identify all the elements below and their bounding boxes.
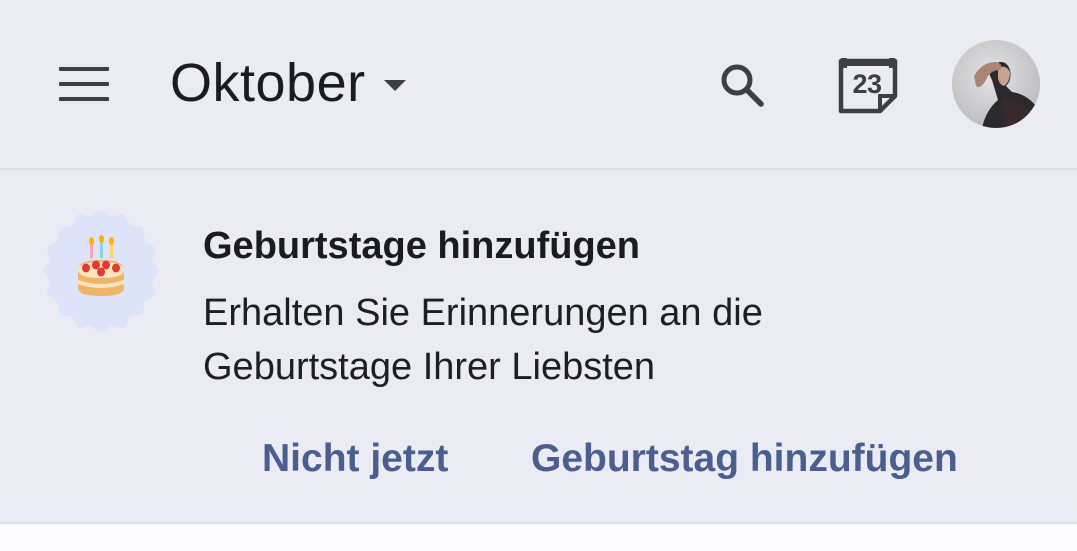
top-app-bar: Oktober 23	[0, 0, 1077, 168]
banner-description: Erhalten Sie Erinnerungen an die Geburts…	[203, 286, 963, 394]
search-button[interactable]	[712, 55, 772, 115]
hamburger-menu-icon	[59, 67, 109, 101]
month-title: Oktober	[170, 53, 366, 113]
month-selector[interactable]: Oktober	[170, 48, 406, 118]
banner-description-line2: Geburtstage Ihrer Liebsten	[203, 346, 656, 388]
search-icon	[721, 64, 764, 107]
add-birthday-button[interactable]: Geburtstag hinzufügen	[531, 432, 958, 486]
today-date-number: 23	[852, 69, 882, 99]
today-button[interactable]: 23	[836, 52, 902, 118]
birthday-cake-icon	[43, 210, 159, 332]
banner-description-line1: Erhalten Sie Erinnerungen an die	[203, 292, 763, 334]
calendar-content-area	[0, 524, 1077, 551]
banner-title: Geburtstage hinzufügen	[203, 225, 640, 267]
not-now-button[interactable]: Nicht jetzt	[262, 432, 448, 486]
dropdown-caret-icon	[383, 80, 406, 91]
avatar-photo-icon	[952, 40, 1040, 128]
menu-button[interactable]	[52, 58, 116, 110]
user-avatar[interactable]	[952, 40, 1040, 128]
